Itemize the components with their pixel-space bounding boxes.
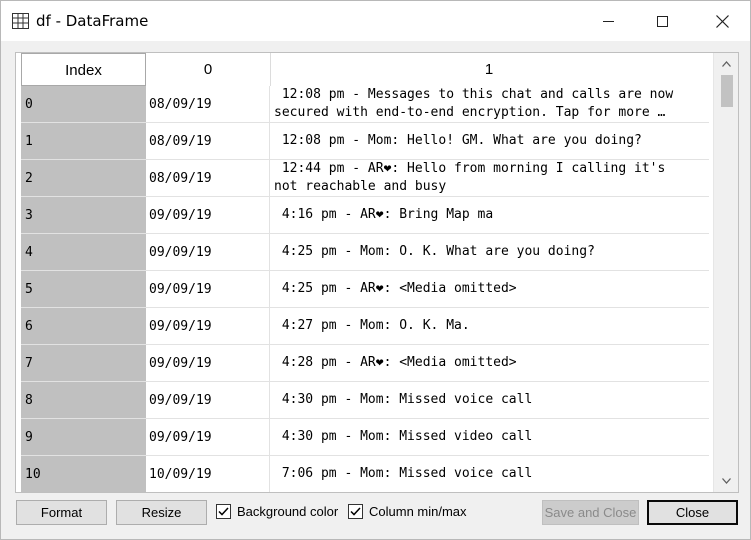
chevron-down-icon <box>722 478 731 484</box>
date-cell[interactable]: 08/09/19 <box>146 123 270 160</box>
message-cell[interactable]: 12:08 pm - Messages to this chat and cal… <box>270 86 709 123</box>
scroll-up-button[interactable] <box>714 53 738 75</box>
date-cell[interactable]: 09/09/19 <box>146 419 270 456</box>
message-text: 4:27 pm - Mom: O. K. Ma. <box>274 318 470 333</box>
message-text: 4:16 pm - AR❤: Bring Map ma <box>274 207 494 222</box>
chevron-up-icon <box>722 61 731 67</box>
table-row[interactable]: 0 08/09/19 12:08 pm - Messages to this c… <box>21 86 709 123</box>
message-text: 4:28 pm - AR❤: <Media omitted> <box>274 355 517 370</box>
index-cell[interactable]: 8 <box>21 382 146 419</box>
checkmark-icon <box>218 507 229 516</box>
table-row[interactable]: 4 09/09/19 4:25 pm - Mom: O. K. What are… <box>21 234 709 271</box>
date-cell[interactable]: 08/09/19 <box>146 160 270 197</box>
message-cell[interactable]: 4:16 pm - AR❤: Bring Map ma <box>270 197 709 234</box>
message-text: 4:25 pm - AR❤: <Media omitted> <box>274 281 517 296</box>
table-row[interactable]: 9 09/09/19 4:30 pm - Mom: Missed video c… <box>21 419 709 456</box>
table-row[interactable]: 8 09/09/19 4:30 pm - Mom: Missed voice c… <box>21 382 709 419</box>
title-bar[interactable]: df - DataFrame <box>1 1 750 41</box>
message-text: 4:30 pm - Mom: Missed voice call <box>274 392 533 407</box>
background-color-checkbox[interactable] <box>216 504 231 519</box>
index-cell[interactable]: 4 <box>21 234 146 271</box>
table-row[interactable]: 10 10/09/19 7:06 pm - Mom: Missed voice … <box>21 456 709 492</box>
message-cell[interactable]: 4:30 pm - Mom: Missed video call <box>270 419 709 456</box>
message-text: 4:25 pm - Mom: O. K. What are you doing? <box>274 244 595 259</box>
format-button[interactable]: Format <box>16 500 107 525</box>
message-text: 12:08 pm - Mom: Hello! GM. What are you … <box>274 133 642 148</box>
message-cell[interactable]: 12:08 pm - Mom: Hello! GM. What are you … <box>270 123 709 160</box>
message-cell[interactable]: 4:25 pm - AR❤: <Media omitted> <box>270 271 709 308</box>
maximize-icon <box>656 15 668 27</box>
index-cell[interactable]: 2 <box>21 160 146 197</box>
index-cell[interactable]: 1 <box>21 123 146 160</box>
message-text: 12:44 pm - AR❤: Hello from morning I cal… <box>274 161 666 194</box>
dataframe-window: df - DataFrame Index 0 1 0 08/09/19 12:0… <box>0 0 751 540</box>
date-cell[interactable]: 08/09/19 <box>146 86 270 123</box>
message-cell[interactable]: 7:06 pm - Mom: Missed voice call <box>270 456 709 492</box>
index-cell[interactable]: 6 <box>21 308 146 345</box>
background-color-label[interactable]: Background color <box>237 504 338 520</box>
index-cell[interactable]: 0 <box>21 86 146 123</box>
table-row[interactable]: 3 09/09/19 4:16 pm - AR❤: Bring Map ma <box>21 197 709 234</box>
table-row[interactable]: 7 09/09/19 4:28 pm - AR❤: <Media omitted… <box>21 345 709 382</box>
date-cell[interactable]: 09/09/19 <box>146 197 270 234</box>
maximize-button[interactable] <box>639 1 685 41</box>
date-cell[interactable]: 09/09/19 <box>146 308 270 345</box>
dataframe-grid[interactable]: Index 0 1 0 08/09/19 12:08 pm - Messages… <box>15 52 739 493</box>
date-cell[interactable]: 09/09/19 <box>146 382 270 419</box>
close-button[interactable]: Close <box>647 500 738 525</box>
index-cell[interactable]: 9 <box>21 419 146 456</box>
checkmark-icon <box>350 507 361 516</box>
header-column-1[interactable]: 1 <box>270 53 708 86</box>
message-cell[interactable]: 4:27 pm - Mom: O. K. Ma. <box>270 308 709 345</box>
date-cell[interactable]: 09/09/19 <box>146 345 270 382</box>
resize-button[interactable]: Resize <box>116 500 207 525</box>
save-and-close-button[interactable]: Save and Close <box>542 500 639 525</box>
message-cell[interactable]: 4:25 pm - Mom: O. K. What are you doing? <box>270 234 709 271</box>
index-cell[interactable]: 10 <box>21 456 146 492</box>
window-title: df - DataFrame <box>36 12 149 30</box>
scrollbar-thumb[interactable] <box>721 75 733 107</box>
close-window-button[interactable] <box>699 1 745 41</box>
table-row[interactable]: 5 09/09/19 4:25 pm - AR❤: <Media omitted… <box>21 271 709 308</box>
date-cell[interactable]: 09/09/19 <box>146 271 270 308</box>
minimize-icon <box>602 20 614 22</box>
message-text: 4:30 pm - Mom: Missed video call <box>274 429 533 444</box>
table-row[interactable]: 6 09/09/19 4:27 pm - Mom: O. K. Ma. <box>21 308 709 345</box>
column-minmax-label[interactable]: Column min/max <box>369 504 467 520</box>
table-grid-icon <box>12 13 29 29</box>
date-cell[interactable]: 10/09/19 <box>146 456 270 492</box>
message-text: 12:08 pm - Messages to this chat and cal… <box>274 87 674 120</box>
header-column-0[interactable]: 0 <box>146 53 270 86</box>
scroll-down-button[interactable] <box>714 470 738 492</box>
index-cell[interactable]: 3 <box>21 197 146 234</box>
index-cell[interactable]: 7 <box>21 345 146 382</box>
message-cell[interactable]: 4:30 pm - Mom: Missed voice call <box>270 382 709 419</box>
table-row[interactable]: 2 08/09/19 12:44 pm - AR❤: Hello from mo… <box>21 160 709 197</box>
close-icon <box>715 14 729 28</box>
table-row[interactable]: 1 08/09/19 12:08 pm - Mom: Hello! GM. Wh… <box>21 123 709 160</box>
minimize-button[interactable] <box>585 1 631 41</box>
index-cell[interactable]: 5 <box>21 271 146 308</box>
message-cell[interactable]: 4:28 pm - AR❤: <Media omitted> <box>270 345 709 382</box>
message-cell[interactable]: 12:44 pm - AR❤: Hello from morning I cal… <box>270 160 709 197</box>
header-index[interactable]: Index <box>21 53 146 86</box>
vertical-scrollbar[interactable] <box>713 53 738 492</box>
message-text: 7:06 pm - Mom: Missed voice call <box>274 466 533 481</box>
date-cell[interactable]: 09/09/19 <box>146 234 270 271</box>
column-minmax-checkbox[interactable] <box>348 504 363 519</box>
